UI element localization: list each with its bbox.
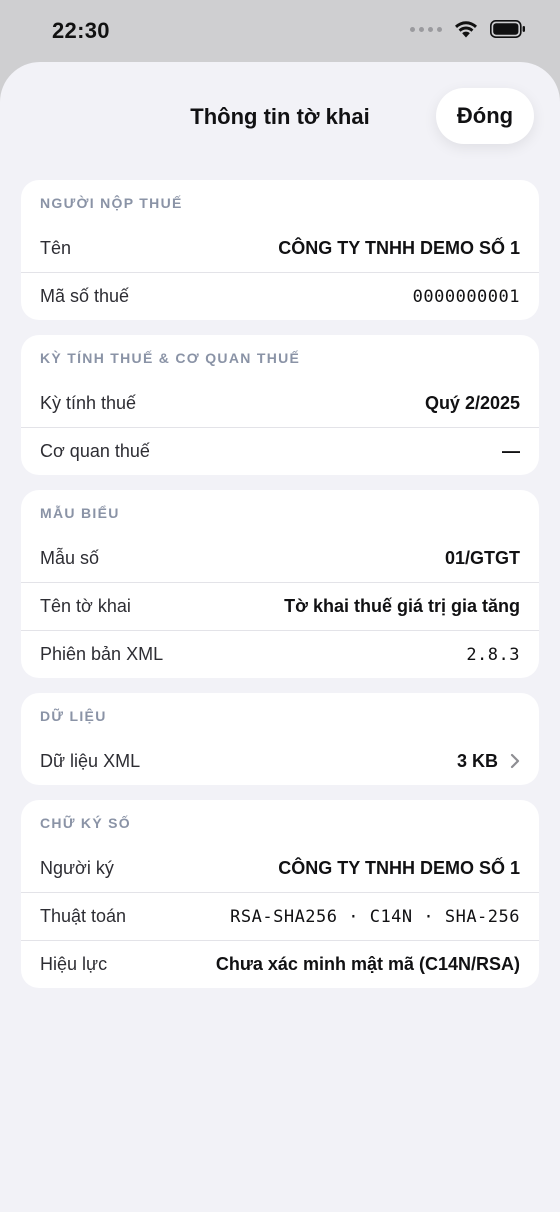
algorithm-value: RSA-SHA256 · C14N · SHA-256 (230, 906, 520, 927)
section-header: MẪU BIỂU (40, 505, 120, 521)
xml-version-value: 2.8.3 (466, 644, 520, 665)
section-header: NGƯỜI NỘP THUẾ (40, 195, 183, 211)
row-form-number: Mẫu số 01/GTGT (21, 534, 539, 582)
row-label: Kỳ tính thuế (40, 392, 137, 413)
data-section: DỮ LIỆU Dữ liệu XML 3 KB (21, 693, 539, 785)
signature-section: CHỮ KÝ SỐ Người ký CÔNG TY TNHH DEMO SỐ … (21, 800, 539, 988)
status-time: 22:30 (52, 18, 110, 43)
section-header: DỮ LIỆU (40, 708, 107, 724)
row-label: Thuật toán (40, 906, 127, 926)
row-xml-version: Phiên bản XML 2.8.3 (21, 630, 539, 678)
row-label: Người ký (40, 857, 114, 878)
row-tax-code: Mã số thuế 0000000001 (21, 272, 539, 320)
taxpayer-name-value: CÔNG TY TNHH DEMO SỐ 1 (278, 237, 520, 258)
status-bar: 22:30 (0, 0, 560, 62)
wifi-icon (455, 21, 477, 38)
row-xml-data[interactable]: Dữ liệu XML 3 KB (21, 737, 539, 785)
row-tax-office: Cơ quan thuế — (21, 427, 539, 475)
row-validity: Hiệu lực Chưa xác minh mật mã (C14N/RSA) (21, 940, 539, 988)
row-algorithm: Thuật toán RSA-SHA256 · C14N · SHA-256 (21, 892, 539, 940)
sheet-header: Thông tin tờ khai Đóng (0, 62, 560, 172)
form-number-value: 01/GTGT (444, 547, 520, 568)
battery-icon (490, 20, 525, 38)
validity-value: Chưa xác minh mật mã (C14N/RSA) (215, 954, 520, 974)
row-label: Cơ quan thuế (40, 441, 150, 461)
close-button[interactable]: Đóng (436, 88, 534, 144)
row-signer: Người ký CÔNG TY TNHH DEMO SỐ 1 (21, 844, 539, 892)
row-label: Hiệu lực (40, 954, 108, 974)
row-tax-period: Kỳ tính thuế Quý 2/2025 (21, 379, 539, 427)
period-section: KỲ TÍNH THUẾ & CƠ QUAN THUẾ Kỳ tính thuế… (21, 335, 539, 475)
row-form-name: Tên tờ khai Tờ khai thuế giá trị gia tăn… (21, 582, 539, 630)
row-label: Tên (40, 237, 72, 258)
signal-dots-icon (410, 26, 442, 32)
taxpayer-section: NGƯỜI NỘP THUẾ Tên CÔNG TY TNHH DEMO SỐ … (21, 180, 539, 320)
row-label: Tên tờ khai (40, 596, 131, 616)
section-header: KỲ TÍNH THUẾ & CƠ QUAN THUẾ (40, 350, 301, 366)
row-label: Dữ liệu XML (40, 750, 141, 771)
section-header: CHỮ KÝ SỐ (40, 815, 131, 831)
signer-value: CÔNG TY TNHH DEMO SỐ 1 (278, 857, 520, 878)
declaration-info-sheet: Thông tin tờ khai Đóng NGƯỜI NỘP THUẾ Tê… (0, 62, 560, 1212)
xml-data-value-group: 3 KB (457, 751, 520, 772)
tax-period-value: Quý 2/2025 (424, 392, 520, 413)
status-icons (410, 20, 526, 38)
row-label: Phiên bản XML (40, 644, 164, 664)
chevron-right-icon (510, 753, 520, 769)
row-label: Mẫu số (40, 547, 100, 568)
row-label: Mã số thuế (40, 286, 130, 306)
tax-office-value: — (502, 441, 520, 461)
form-name-value: Tờ khai thuế giá trị gia tăng (284, 596, 520, 616)
tax-code-value: 0000000001 (412, 286, 520, 307)
xml-size-value: 3 KB (456, 750, 498, 771)
row-name: Tên CÔNG TY TNHH DEMO SỐ 1 (21, 224, 539, 272)
form-section: MẪU BIỂU Mẫu số 01/GTGT Tên tờ khai Tờ k… (21, 490, 539, 678)
